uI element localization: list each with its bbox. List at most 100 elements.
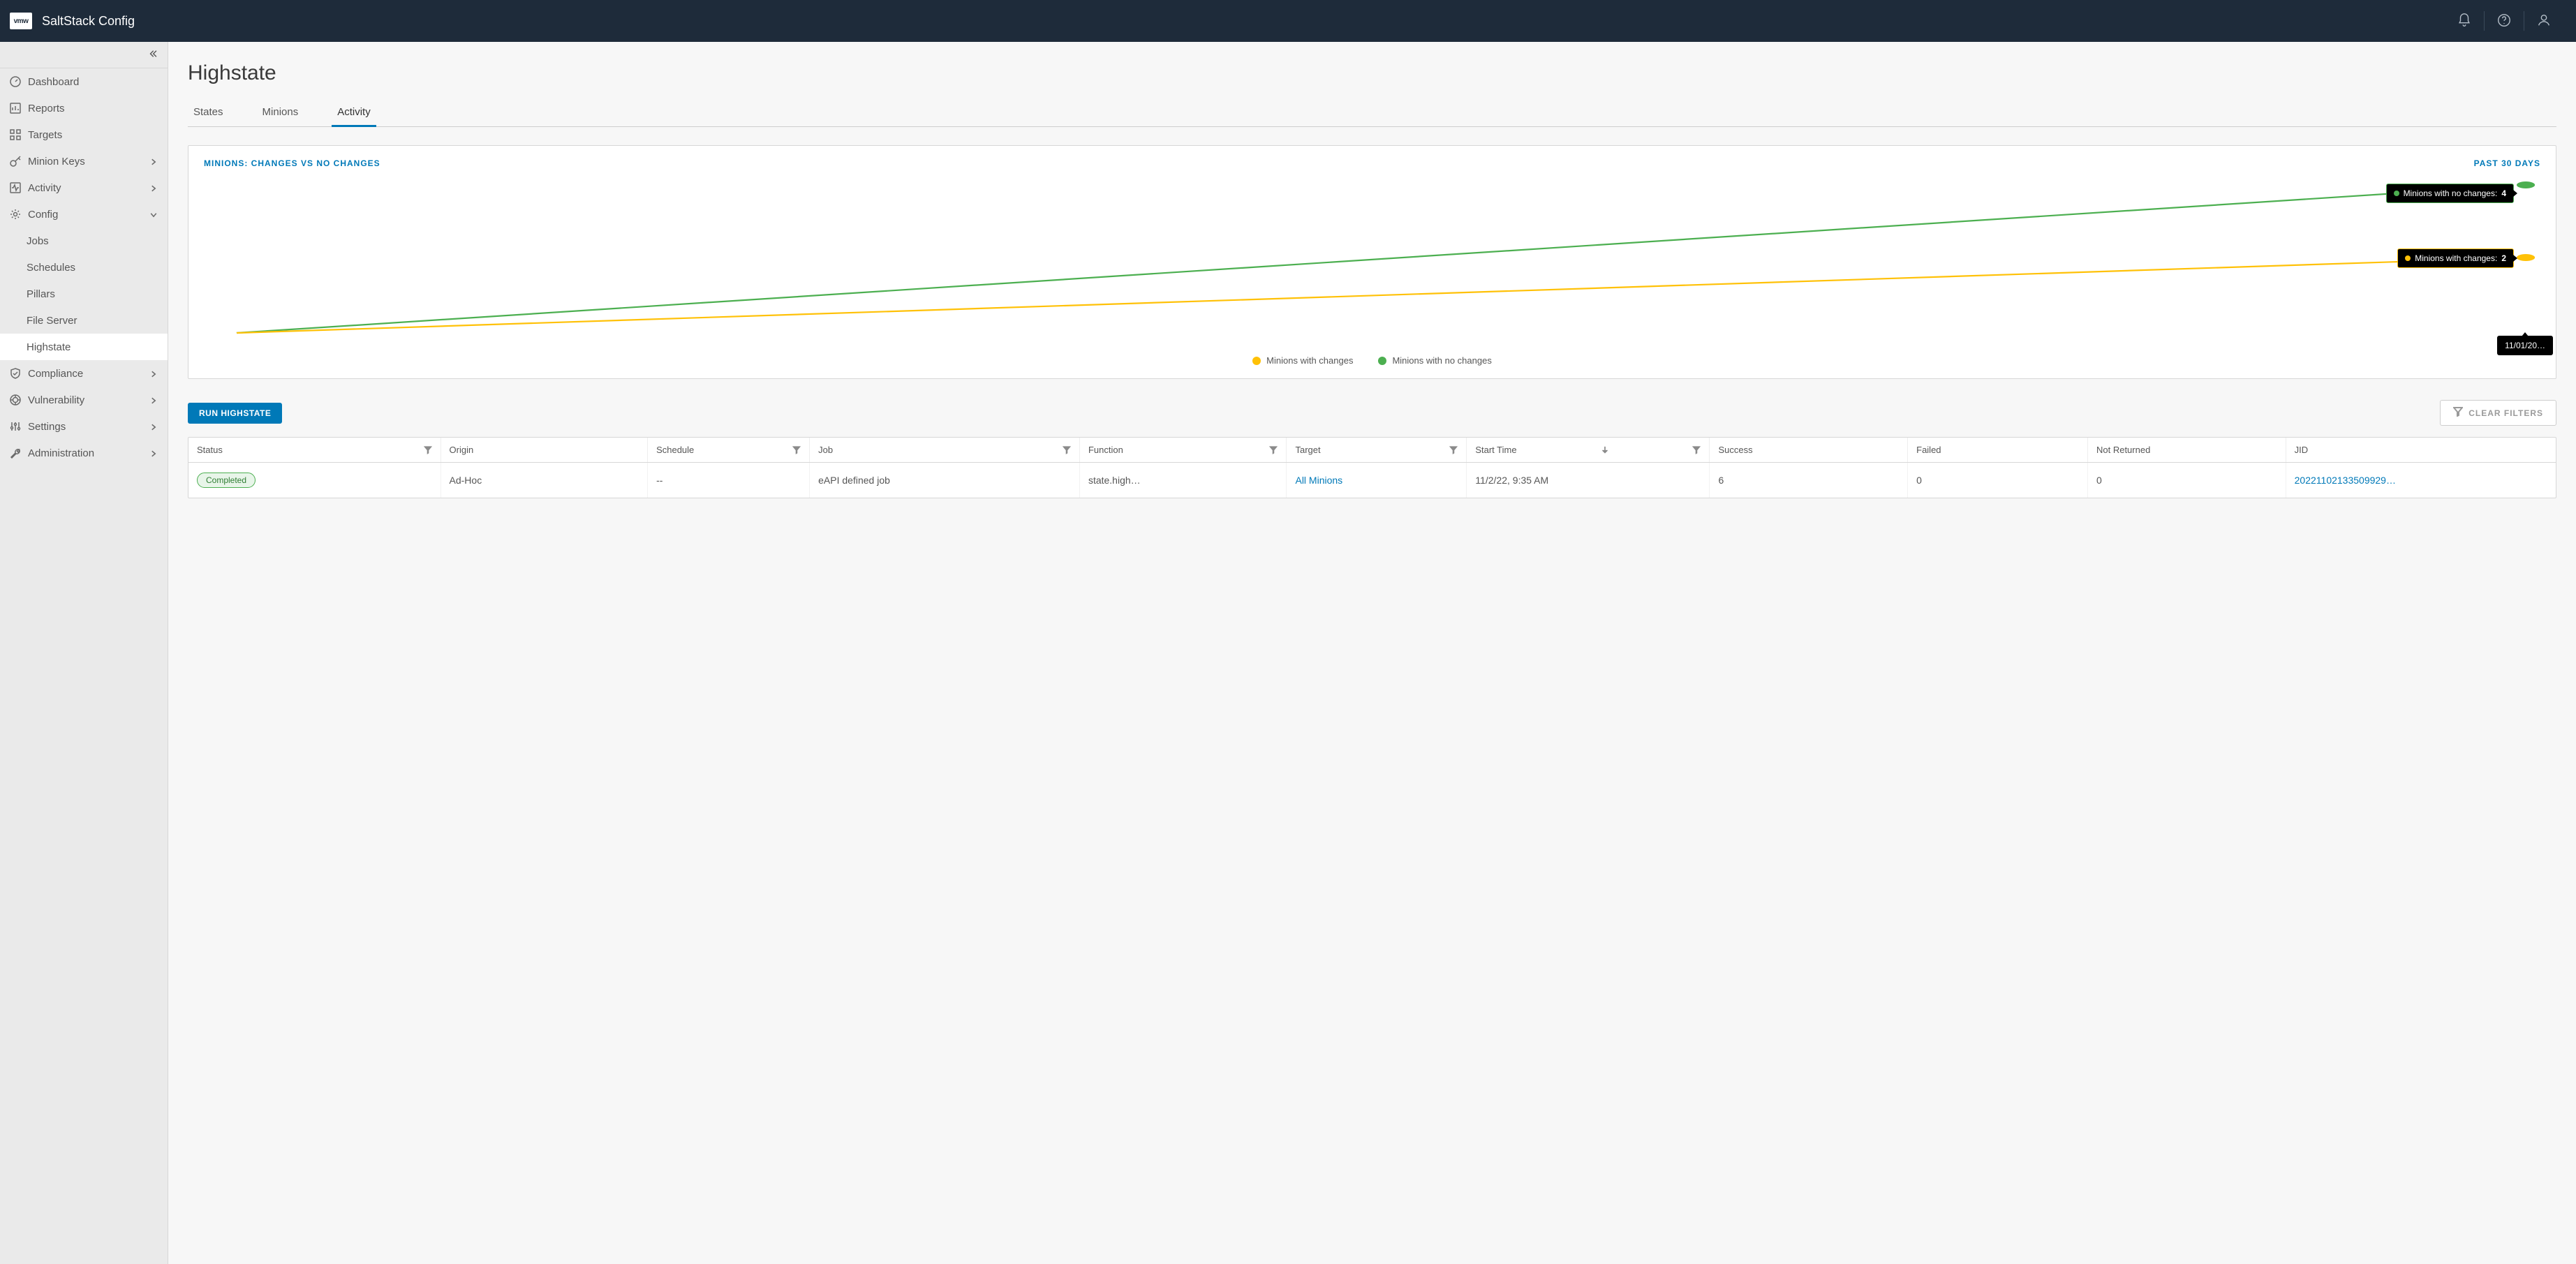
sidebar-item-compliance[interactable]: Compliance [0,360,168,387]
sidebar-item-label: Compliance [28,368,142,380]
column-header-status[interactable]: Status [188,438,441,463]
filter-icon[interactable] [792,446,801,454]
wrench-icon [10,447,21,459]
sidebar: Dashboard ReportsTargets Minion Keys Activi… [0,42,168,1264]
sidebar-item-label: Settings [28,421,142,433]
column-header-function[interactable]: Function [1079,438,1287,463]
cell-status: Completed [188,463,441,498]
tabs: States Minions Activity [188,106,2556,127]
dot-icon [2405,255,2411,261]
column-header-job[interactable]: Job [810,438,1080,463]
sidebar-item-settings[interactable]: Settings [0,413,168,440]
tooltip-label: Minions with changes: [2415,253,2497,263]
chevron-right-icon [149,422,158,431]
sidebar-item-jobs[interactable]: Jobs [0,228,168,254]
column-header-success[interactable]: Success [1710,438,1908,463]
tooltip-value: 4 [2501,188,2506,198]
chevron-right-icon [149,157,158,165]
tab-minions[interactable]: Minions [257,106,304,126]
filter-icon[interactable] [1449,446,1458,454]
cell-start-time: 11/2/22, 9:35 AM [1467,463,1710,498]
sidebar-item-label: Vulnerability [28,394,142,406]
column-header-origin[interactable]: Origin [441,438,648,463]
table-row[interactable]: CompletedAd-Hoc--eAPI defined jobstate.h… [188,463,2556,498]
filter-icon[interactable] [424,446,432,454]
dot-icon [2394,191,2399,196]
column-label: Success [1718,445,1752,455]
clear-filters-button[interactable]: CLEAR FILTERS [2440,400,2556,426]
chart-title: MINIONS: CHANGES VS NO CHANGES [204,158,380,168]
chart-tooltip-date: 11/01/20… [2497,336,2553,355]
sidebar-item-reports[interactable]: Reports [0,95,168,121]
chart-area[interactable]: Minions with no changes: 4 Minions with … [204,175,2540,350]
sidebar-item-label: Pillars [27,288,158,300]
cell-function: state.high… [1079,463,1287,498]
run-highstate-button[interactable]: RUN HIGHSTATE [188,403,282,424]
column-label: Start Time [1475,445,1516,455]
chevron-left-double-icon [148,49,158,61]
jid-link[interactable]: 20221102133509929… [2295,475,2396,486]
help-button[interactable] [2485,0,2524,42]
cell-job: eAPI defined job [810,463,1080,498]
sidebar-item-pillars[interactable]: Pillars [0,281,168,307]
column-label: Function [1088,445,1123,455]
chart-card: MINIONS: CHANGES VS NO CHANGES PAST 30 D… [188,145,2556,379]
sidebar-item-targets[interactable]: Targets [0,121,168,148]
sidebar-item-minion-keys[interactable]: Minion Keys [0,148,168,174]
filter-icon[interactable] [1269,446,1278,454]
sidebar-item-vulnerability[interactable]: Vulnerability [0,387,168,413]
sidebar-item-administration[interactable]: Administration [0,440,168,466]
vmware-logo: vmw [10,13,32,29]
sidebar-item-activity[interactable]: Activity [0,174,168,201]
sidebar-collapse-button[interactable] [0,42,168,68]
dot-icon [1378,357,1386,365]
column-header-jid[interactable]: JID [2286,438,2556,463]
user-menu-button[interactable] [2524,0,2563,42]
legend-label: Minions with no changes [1392,355,1491,366]
sidebar-item-config[interactable]: Config [0,201,168,228]
sidebar-item-dashboard[interactable]: Dashboard [0,68,168,95]
sidebar-item-label: Jobs [27,235,158,247]
sidebar-item-highstate[interactable]: Highstate [0,334,168,360]
filter-icon[interactable] [1063,446,1071,454]
target-link[interactable]: All Minions [1295,475,1342,486]
bell-icon [2457,13,2472,30]
column-header-schedule[interactable]: Schedule [648,438,810,463]
legend-item: Minions with no changes [1378,355,1491,366]
tooltip-value: 2 [2501,253,2506,263]
sidebar-item-label: Config [28,209,142,221]
column-label: Origin [450,445,474,455]
filter-icon [2453,407,2463,419]
column-label: Status [197,445,223,455]
sliders-icon [10,421,21,432]
column-header-target[interactable]: Target [1287,438,1467,463]
column-header-not_returned[interactable]: Not Returned [2087,438,2286,463]
cell-success: 6 [1710,463,1908,498]
line-chart [204,175,2540,350]
chevron-right-icon [149,449,158,457]
column-header-start_time[interactable]: Start Time [1467,438,1710,463]
user-icon [2536,13,2552,30]
sort-down-icon[interactable] [1601,446,1609,454]
sidebar-item-label: Dashboard [28,76,158,88]
column-header-failed[interactable]: Failed [1908,438,2088,463]
tab-states[interactable]: States [188,106,229,126]
column-label: Target [1295,445,1320,455]
tooltip-label: Minions with no changes: [2404,188,2498,198]
chevron-right-icon [149,396,158,404]
gear-icon [10,209,21,220]
grid-icon [10,129,21,140]
cell-failed: 0 [1908,463,2088,498]
app-title: SaltStack Config [42,14,135,29]
tab-activity[interactable]: Activity [332,106,376,126]
sidebar-item-label: Minion Keys [28,156,142,168]
shield-icon [10,368,21,379]
notifications-button[interactable] [2445,0,2484,42]
filter-icon[interactable] [1692,446,1701,454]
clear-filters-label: CLEAR FILTERS [2468,408,2543,418]
chevron-right-icon [149,369,158,378]
sidebar-item-label: File Server [27,315,158,327]
sidebar-item-schedules[interactable]: Schedules [0,254,168,281]
activity-icon [10,182,21,193]
sidebar-item-file-server[interactable]: File Server [0,307,168,334]
